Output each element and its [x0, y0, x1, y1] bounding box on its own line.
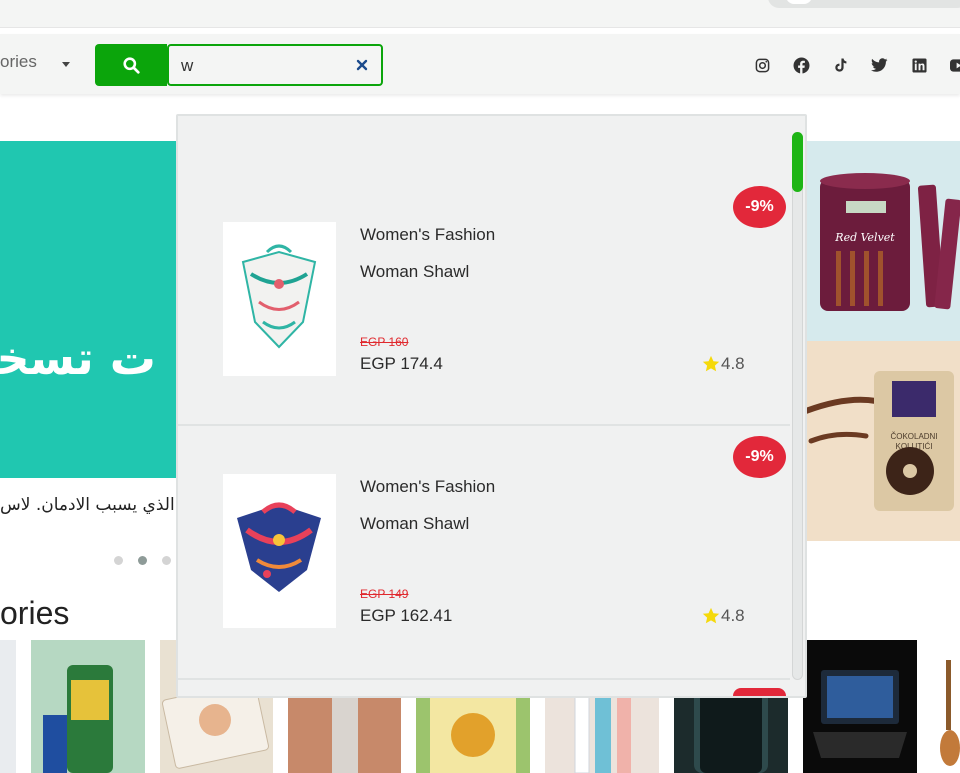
category-tile-1-image	[43, 665, 113, 773]
header-bar: ories	[0, 34, 960, 94]
product-image	[223, 474, 336, 628]
search-result-1[interactable]: -9% Women's Fashion Woman Shawl EGP 160 …	[178, 172, 790, 424]
twitter-icon[interactable]	[870, 56, 888, 74]
close-icon[interactable]	[355, 58, 369, 72]
category-tile-0[interactable]	[0, 640, 16, 773]
category-tile-1[interactable]	[31, 640, 145, 773]
scrollbar-thumb[interactable]	[792, 132, 803, 192]
hero-headline: ت تسخين	[0, 331, 156, 385]
rating: 4.8	[702, 354, 745, 374]
slider-dot-3[interactable]	[162, 556, 171, 565]
search-input[interactable]	[181, 56, 351, 76]
category-select-label[interactable]: ories	[0, 52, 37, 72]
shawl-image	[237, 502, 321, 592]
result-name: Woman Shawl	[360, 262, 470, 281]
page: ories w ت تسخ الذي يسبب الادمان. لاس ori…	[0, 0, 960, 773]
search-icon	[122, 56, 140, 74]
category-tile-8[interactable]	[932, 640, 960, 773]
chevron-down-icon[interactable]	[62, 62, 70, 67]
shawl-image	[241, 244, 317, 349]
result-divider	[178, 678, 790, 680]
chocolate-biscuit-image: ČOKOLADNI KOLUTIĆI	[806, 371, 954, 511]
youtube-icon[interactable]	[949, 56, 960, 74]
categories-heading: ories	[0, 595, 70, 631]
scrollbar-track[interactable]	[792, 132, 803, 680]
linkedin-icon[interactable]	[910, 56, 928, 74]
old-price: EGP 149	[360, 587, 409, 601]
svg-text:Red Velvet: Red Velvet	[834, 231, 895, 244]
svg-text:ČOKOLADNI: ČOKOLADNI	[890, 432, 937, 441]
promo-banner-chocolate[interactable]: ČOKOLADNI KOLUTIĆI	[806, 341, 960, 541]
result-name: Woman Shawl	[360, 514, 470, 533]
next-result-badge-partial	[733, 688, 786, 696]
search-field[interactable]	[167, 44, 383, 86]
current-price: EGP 174.4	[360, 354, 443, 373]
star-icon	[702, 355, 720, 372]
hero-banner[interactable]: ت تسخين	[0, 141, 176, 478]
rating-value: 4.8	[721, 354, 745, 373]
slider-dot-2[interactable]	[138, 556, 147, 565]
instagram-icon[interactable]	[753, 56, 771, 74]
result-category: Women's Fashion	[360, 477, 496, 496]
tiktok-icon[interactable]	[831, 56, 849, 74]
result-category: Women's Fashion	[360, 225, 496, 244]
category-tile-7-image	[813, 670, 907, 758]
discount-badge: -9%	[733, 186, 786, 228]
search-result-2[interactable]: -9% Women's Fashion Woman Shawl EGP 149 …	[178, 426, 790, 678]
promo-banner-wafer-rolls[interactable]: Red Velvet	[806, 141, 960, 341]
slider-dot-1[interactable]	[114, 556, 123, 565]
product-image	[223, 222, 336, 376]
star-icon	[702, 607, 720, 624]
old-price: EGP 160	[360, 335, 409, 349]
discount-badge: -9%	[733, 436, 786, 478]
hero-caption: الذي يسبب الادمان. لاس	[0, 495, 175, 515]
rating: 4.8	[702, 606, 745, 626]
rating-value: 4.8	[721, 606, 745, 625]
current-price: EGP 162.41	[360, 606, 453, 625]
facebook-icon[interactable]	[792, 56, 810, 74]
search-button[interactable]	[95, 44, 167, 86]
wafer-rolls-image: Red Velvet	[820, 173, 960, 311]
top-bar	[0, 0, 960, 28]
category-tile-8-image	[940, 660, 960, 766]
category-tile-7[interactable]	[803, 640, 917, 773]
